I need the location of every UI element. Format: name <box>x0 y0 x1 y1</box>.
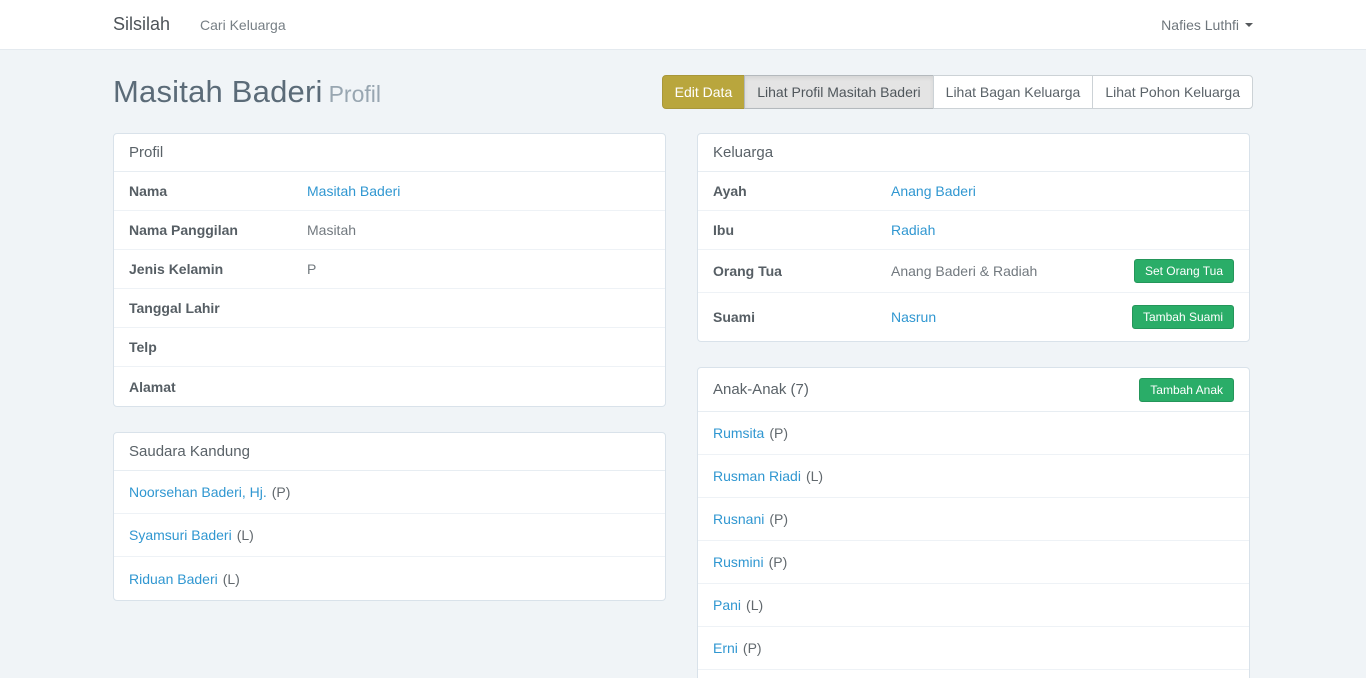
table-row: Tanggal Lahir <box>114 289 665 328</box>
suami-link[interactable]: Nasrun <box>891 309 936 325</box>
child-link[interactable]: Rusman Riadi <box>713 468 801 484</box>
tambah-suami-button[interactable]: Tambah Suami <box>1132 305 1234 329</box>
child-link[interactable]: Rusnani <box>713 511 764 527</box>
field-label: Ayah <box>713 183 891 199</box>
user-name: Nafies Luthfi <box>1161 17 1239 33</box>
saudara-panel-heading: Saudara Kandung <box>114 433 665 471</box>
table-row: Ibu Radiah <box>698 211 1249 250</box>
chevron-down-icon <box>1245 23 1253 27</box>
view-family-tree-button[interactable]: Lihat Pohon Keluarga <box>1092 75 1253 109</box>
gender-label: (P) <box>769 425 788 441</box>
profil-heading-label: Profil <box>129 144 163 161</box>
saudara-kandung-panel: Saudara Kandung Noorsehan Baderi, Hj. (P… <box>113 432 666 601</box>
gender-label: (L) <box>237 527 254 543</box>
field-value: Anang Baderi & Radiah <box>891 263 1134 279</box>
field-label: Telp <box>129 339 307 355</box>
field-label: Alamat <box>129 379 307 395</box>
list-item: Rusmini (P) <box>698 541 1249 584</box>
field-value: P <box>307 261 650 277</box>
top-navbar: Silsilah Cari Keluarga Nafies Luthfi <box>0 0 1366 50</box>
field-value: Masitah <box>307 222 650 238</box>
profile-actions-group: Edit Data Lihat Profil Masitah Baderi Li… <box>662 75 1253 109</box>
sibling-link[interactable]: Noorsehan Baderi, Hj. <box>129 484 267 500</box>
gender-label: (P) <box>743 640 762 656</box>
sibling-link[interactable]: Riduan Baderi <box>129 571 218 587</box>
gender-label: (L) <box>223 571 240 587</box>
user-dropdown[interactable]: Nafies Luthfi <box>1161 17 1253 33</box>
nav-cari-keluarga[interactable]: Cari Keluarga <box>200 17 286 33</box>
field-label: Ibu <box>713 222 891 238</box>
gender-label: (L) <box>746 597 763 613</box>
page-title: Masitah Baderi <box>113 74 323 109</box>
field-label: Nama <box>129 183 307 199</box>
nama-link[interactable]: Masitah Baderi <box>307 183 650 199</box>
field-label: Orang Tua <box>713 263 891 279</box>
anak-panel-heading: Anak-Anak (7) Tambah Anak <box>698 368 1249 412</box>
list-item: Noorsehan Baderi, Hj. (P) <box>114 471 665 514</box>
table-row: Jenis Kelamin P <box>114 250 665 289</box>
keluarga-panel-heading: Keluarga <box>698 134 1249 172</box>
list-item: Riduan Baderi (L) <box>114 557 665 600</box>
profil-panel: Profil Nama Masitah Baderi Nama Panggila… <box>113 133 666 407</box>
field-label: Tanggal Lahir <box>129 300 307 316</box>
keluarga-panel: Keluarga Ayah Anang Baderi Ibu Radiah Or… <box>697 133 1250 342</box>
gender-label: (P) <box>769 554 788 570</box>
page-subtitle: Profil <box>329 81 381 107</box>
tambah-anak-button[interactable]: Tambah Anak <box>1139 378 1234 402</box>
table-row: Telp <box>114 328 665 367</box>
gender-label: (L) <box>806 468 823 484</box>
table-row: Alamat <box>114 367 665 406</box>
table-row: Nama Masitah Baderi <box>114 172 665 211</box>
child-link[interactable]: Erni <box>713 640 738 656</box>
keluarga-heading-label: Keluarga <box>713 144 773 161</box>
profil-panel-heading: Profil <box>114 134 665 172</box>
child-link[interactable]: Pani <box>713 597 741 613</box>
view-profile-button[interactable]: Lihat Profil Masitah Baderi <box>744 75 933 109</box>
page-title-block: Masitah BaderiProfil <box>113 74 381 110</box>
view-family-chart-button[interactable]: Lihat Bagan Keluarga <box>933 75 1094 109</box>
list-item: Syamsuri Baderi (L) <box>114 514 665 557</box>
anak-anak-panel: Anak-Anak (7) Tambah Anak Rumsita (P) Ru… <box>697 367 1250 678</box>
child-link[interactable]: Rusmini <box>713 554 764 570</box>
ayah-link[interactable]: Anang Baderi <box>891 183 1234 199</box>
table-row: Ayah Anang Baderi <box>698 172 1249 211</box>
sibling-link[interactable]: Syamsuri Baderi <box>129 527 232 543</box>
field-label: Suami <box>713 309 891 325</box>
edit-data-button[interactable]: Edit Data <box>662 75 746 109</box>
list-item: Rusnani (P) <box>698 498 1249 541</box>
list-item: Erni (P) <box>698 627 1249 670</box>
list-item <box>698 670 1249 678</box>
anak-heading-label: Anak-Anak (7) <box>713 381 809 398</box>
table-row: Orang Tua Anang Baderi & Radiah Set Oran… <box>698 250 1249 293</box>
list-item: Pani (L) <box>698 584 1249 627</box>
list-item: Rumsita (P) <box>698 412 1249 455</box>
table-row: Nama Panggilan Masitah <box>114 211 665 250</box>
brand-link[interactable]: Silsilah <box>113 14 170 35</box>
table-row: Suami Nasrun Tambah Suami <box>698 293 1249 341</box>
field-label: Nama Panggilan <box>129 222 307 238</box>
saudara-heading-label: Saudara Kandung <box>129 443 250 460</box>
set-orang-tua-button[interactable]: Set Orang Tua <box>1134 259 1234 283</box>
child-link[interactable]: Rumsita <box>713 425 764 441</box>
list-item: Rusman Riadi (L) <box>698 455 1249 498</box>
ibu-link[interactable]: Radiah <box>891 222 1234 238</box>
field-label: Jenis Kelamin <box>129 261 307 277</box>
gender-label: (P) <box>769 511 788 527</box>
gender-label: (P) <box>272 484 291 500</box>
